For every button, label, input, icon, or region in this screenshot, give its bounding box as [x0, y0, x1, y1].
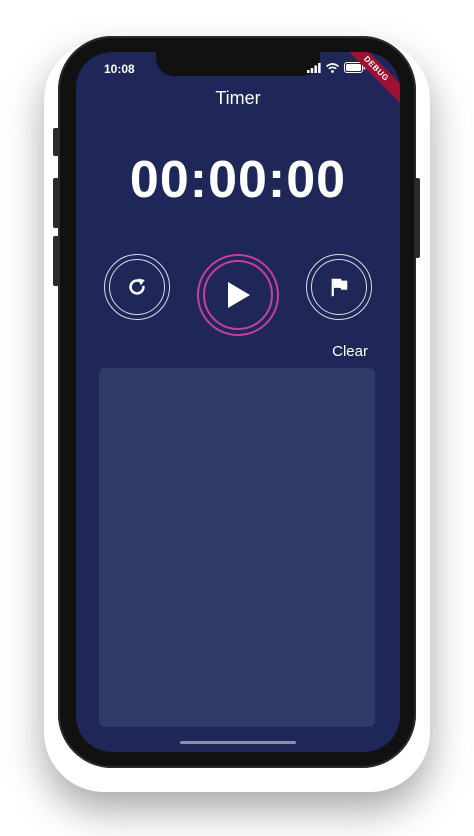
- play-button[interactable]: [197, 254, 279, 336]
- page-title: Timer: [215, 88, 261, 108]
- app-screen: 10:08 DEBUG Timer 00:00:00 Clear: [76, 52, 400, 752]
- clear-laps-button[interactable]: Clear: [332, 343, 368, 360]
- lap-button[interactable]: [306, 254, 372, 320]
- power-button: [414, 178, 420, 258]
- laps-list-panel: [99, 368, 375, 727]
- status-icons: [307, 62, 366, 73]
- timer-display: 00:00:00: [129, 151, 347, 209]
- wifi-icon: [326, 62, 339, 73]
- volume-down-button: [53, 236, 59, 286]
- flag-icon: [331, 278, 348, 297]
- reset-button[interactable]: [104, 254, 170, 320]
- play-icon: [228, 282, 250, 308]
- home-indicator[interactable]: [180, 741, 296, 744]
- silent-switch: [53, 128, 59, 156]
- play-button-inner-ring: [203, 260, 273, 330]
- signal-icon: [307, 62, 321, 73]
- lap-button-inner-ring: [311, 259, 367, 315]
- refresh-icon: [129, 278, 145, 295]
- device-stage: 10:08 DEBUG Timer 00:00:00 Clear: [0, 0, 474, 836]
- status-time: 10:08: [104, 62, 135, 76]
- reset-button-inner-ring: [109, 259, 165, 315]
- volume-up-button: [53, 178, 59, 228]
- notch: [156, 52, 320, 76]
